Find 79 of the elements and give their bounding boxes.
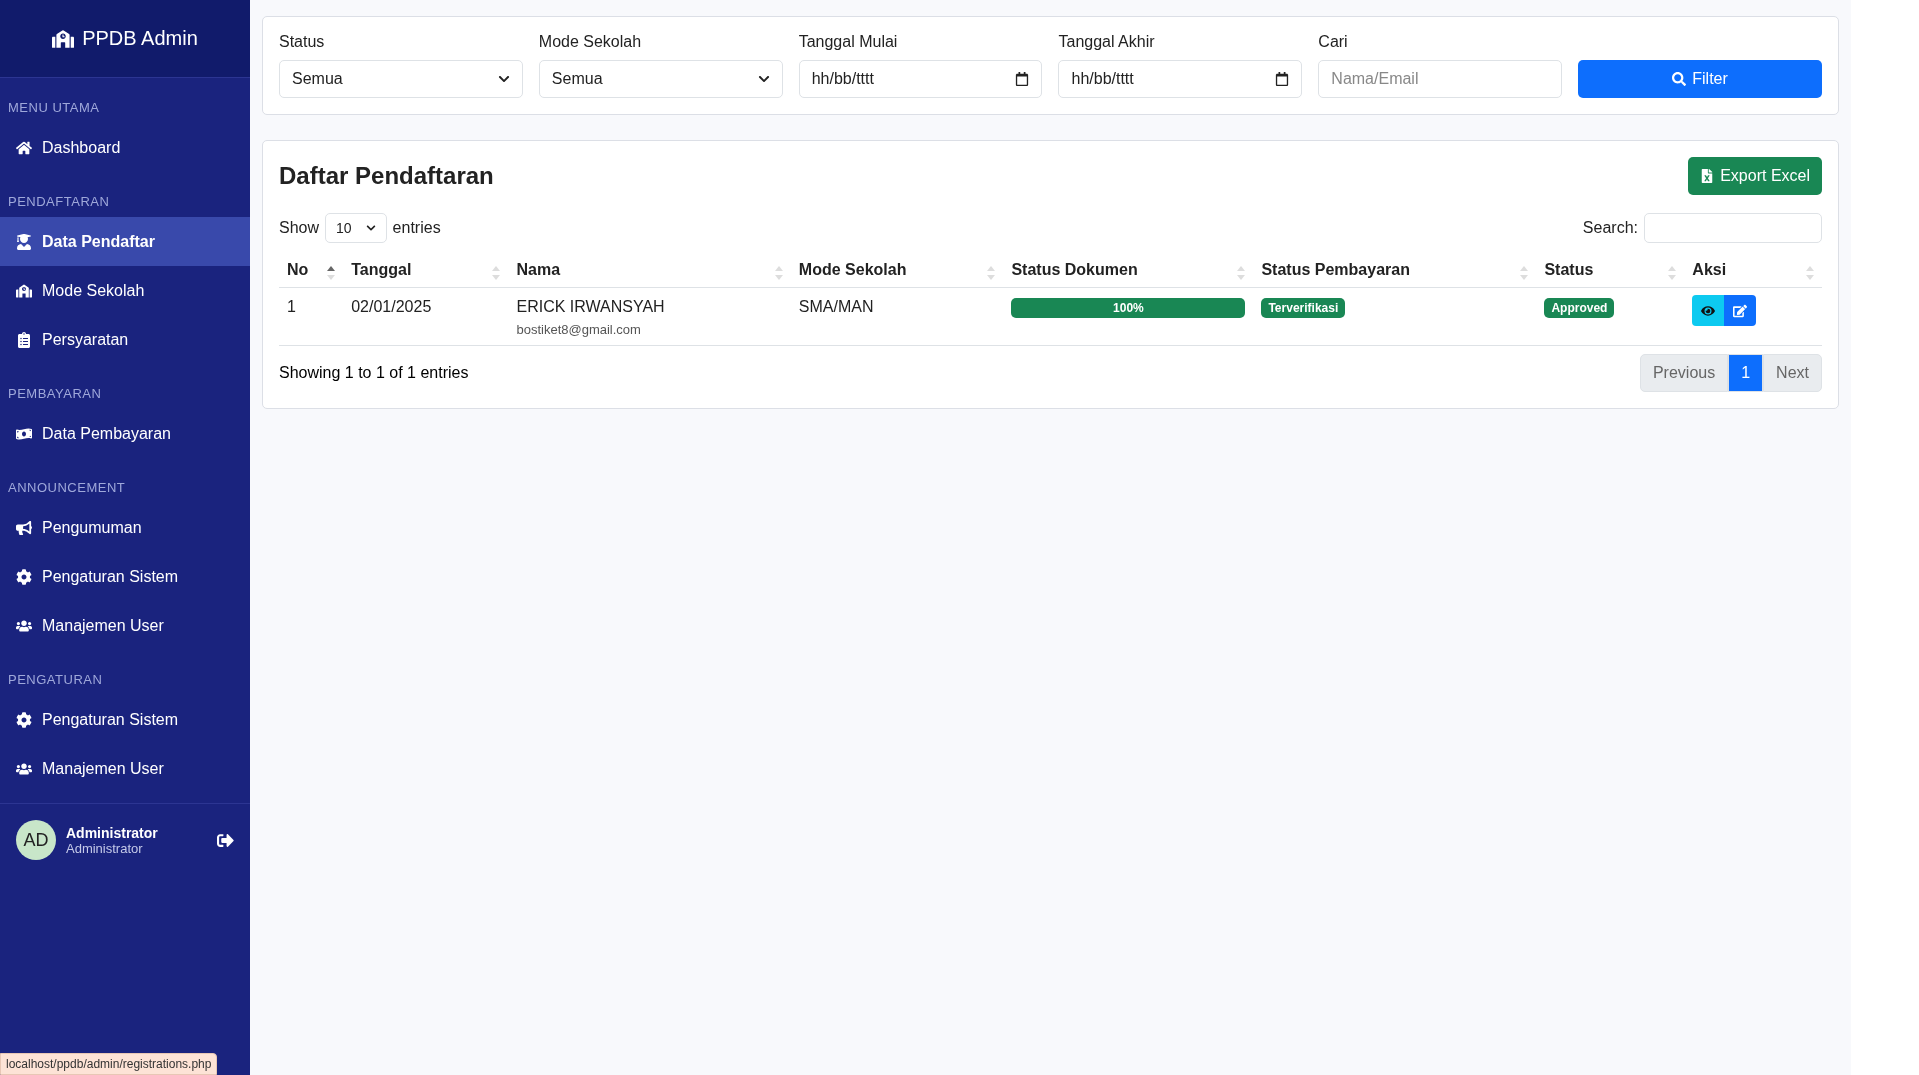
user-role: Administrator <box>66 840 144 856</box>
view-button[interactable] <box>1692 295 1725 326</box>
megaphone-icon <box>16 519 32 536</box>
user-name: Administrator <box>66 824 159 841</box>
field-label: Tanggal Mulai <box>798 33 899 51</box>
sidebar-item[interactable]: Manajemen User <box>0 744 250 793</box>
export-button[interactable]: Export Excel <box>1688 157 1822 195</box>
table-cell: SMA/MAN <box>790 287 1004 346</box>
eye-icon <box>1701 303 1716 318</box>
next-button[interactable]: Next <box>1763 354 1822 392</box>
payment-badge: Terverifikasi <box>1261 298 1346 318</box>
student-icon <box>16 233 32 250</box>
chevron-icon <box>365 223 376 233</box>
sidebar-item[interactable]: Data Pendaftar <box>0 217 250 266</box>
select-field[interactable]: Semua <box>279 60 523 98</box>
student-email: bostiket8@gmail.com <box>516 322 642 337</box>
section-title: MENU UTAMA <box>7 99 101 117</box>
page-size-select[interactable]: 10 <box>325 213 387 243</box>
progress-fill: 100% <box>1011 298 1246 318</box>
chevron-icon <box>757 73 770 85</box>
edit-icon <box>1733 303 1748 318</box>
column-header[interactable]: Status <box>1536 253 1685 288</box>
card-title: Daftar Pendaftaran <box>279 162 494 190</box>
sidebar-item[interactable]: Dashboard <box>0 123 250 172</box>
field-label: Mode Sekolah <box>538 33 643 51</box>
edit-button[interactable] <box>1724 295 1757 326</box>
column-header[interactable]: No <box>279 253 344 288</box>
school-icon <box>52 27 75 50</box>
calendar-icon <box>1275 72 1290 86</box>
section-title: PENGATURAN <box>7 671 104 689</box>
section-title: PENDAFTARAN <box>7 193 111 211</box>
search-field[interactable] <box>1644 213 1822 243</box>
entries-label: entries <box>392 219 441 237</box>
date-field[interactable]: hh/bb/tttt <box>798 60 1043 98</box>
select-field[interactable]: Semua <box>538 60 783 98</box>
home-icon <box>16 139 32 156</box>
previous-button[interactable]: Previous <box>1639 354 1729 392</box>
column-header[interactable]: Mode Sekolah <box>790 253 1004 288</box>
search-icon <box>1672 72 1687 86</box>
table-cell: 1 <box>279 287 344 346</box>
settings-icon <box>16 568 32 585</box>
money-icon <box>16 425 32 442</box>
section-title: PEMBAYARAN <box>7 385 103 403</box>
calendar-icon <box>1015 72 1030 86</box>
sidebar-item[interactable]: Mode Sekolah <box>0 266 250 315</box>
sidebar-item[interactable]: Manajemen User <box>0 601 250 650</box>
user-avatar: AD <box>16 820 56 860</box>
column-header[interactable]: Status Pembayaran <box>1253 253 1537 288</box>
clipboard-icon <box>16 331 32 348</box>
field-label: Status <box>279 33 326 51</box>
column-header[interactable]: Status Dokumen <box>1003 253 1254 288</box>
search-label: Search: <box>1582 219 1638 237</box>
excel-icon <box>1700 169 1715 183</box>
field-label: Cari <box>1318 33 1349 51</box>
column-header[interactable]: Tanggal <box>343 253 509 288</box>
school-icon <box>16 282 32 299</box>
column-header[interactable]: Aksi <box>1684 253 1822 288</box>
column-header[interactable]: Nama <box>508 253 791 288</box>
field-label: Tanggal Akhir <box>1058 33 1156 51</box>
table-cell: 02/01/2025 <box>343 287 509 346</box>
table-info: Showing 1 to 1 of 1 entries <box>279 364 469 382</box>
show-label: Show <box>279 219 320 237</box>
student-name: ERICK IRWANSYAH <box>516 298 666 316</box>
sidebar-item[interactable]: Pengaturan Sistem <box>0 552 250 601</box>
page-button[interactable]: 1 <box>1728 354 1764 392</box>
search-field[interactable]: Nama/Email <box>1318 60 1563 98</box>
date-field[interactable]: hh/bb/tttt <box>1058 60 1303 98</box>
status-badge: Approved <box>1544 298 1615 318</box>
sidebar-item[interactable]: Data Pembayaran <box>0 409 250 458</box>
sidebar-item[interactable]: Persyaratan <box>0 315 250 364</box>
section-title: ANNOUNCEMENT <box>7 479 127 497</box>
status-url: localhost/ppdb/admin/registrations.php <box>0 1053 218 1075</box>
sidebar-item[interactable]: Pengaturan Sistem <box>0 695 250 744</box>
filter-button[interactable]: Filter <box>1578 60 1822 98</box>
chevron-icon <box>497 73 510 85</box>
sidebar-item[interactable]: Pengumuman <box>0 503 250 552</box>
brand-title: PPDB Admin <box>82 27 198 50</box>
logout-icon[interactable] <box>217 831 234 849</box>
settings-icon <box>16 711 32 728</box>
